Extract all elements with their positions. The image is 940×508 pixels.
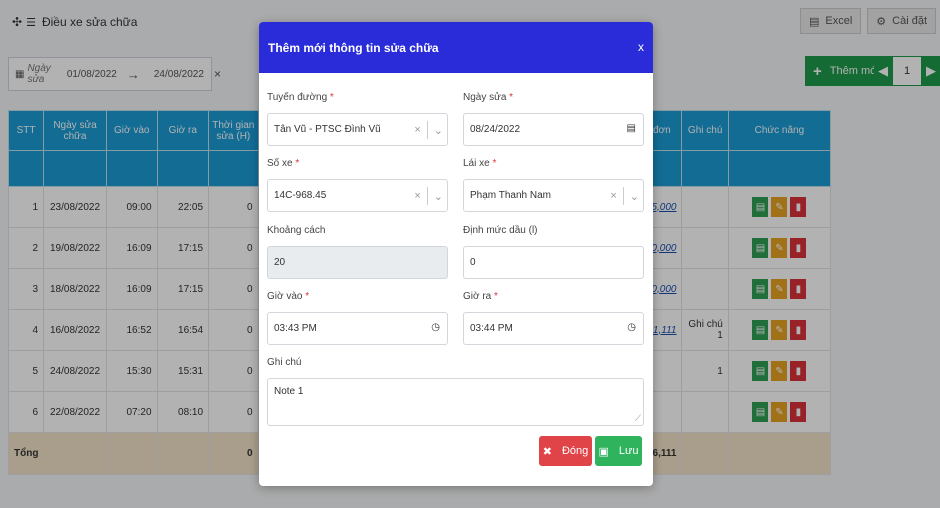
note-field: Ghi chú Note 1 ⟋	[267, 357, 644, 426]
floppy-icon: ▣	[598, 445, 609, 458]
route-value: Tân Vũ - PTSC Đình Vũ	[274, 124, 381, 135]
distance-field: Khoảng cách 20	[267, 225, 448, 279]
plate-label: Số xe	[267, 158, 293, 169]
fuel-norm-input[interactable]: 0	[463, 246, 644, 279]
distance-value: 20	[274, 257, 286, 268]
route-label: Tuyến đường	[267, 92, 328, 103]
close-button[interactable]: ✖ Đóng	[539, 436, 592, 466]
driver-value: Phạm Thanh Nam	[470, 190, 551, 201]
time-out-field: Giờ ra * 03:44 PM ◷	[463, 291, 644, 345]
route-field: Tuyến đường * Tân Vũ - PTSC Đình Vũ × ⌄	[267, 92, 448, 146]
fuel-norm-field: Định mức dầu (l) 0	[463, 225, 644, 279]
time-in-input[interactable]: 03:43 PM ◷	[267, 312, 448, 345]
save-button-label: Lưu	[618, 445, 639, 457]
driver-field: Lái xe * Phạm Thanh Nam × ⌄	[463, 158, 644, 212]
fuel-norm-value: 0	[470, 257, 476, 268]
distance-label: Khoảng cách	[267, 225, 326, 236]
fuel-norm-label: Định mức dầu (l)	[463, 225, 538, 236]
close-button-label: Đóng	[561, 445, 589, 457]
clear-icon[interactable]: ×	[414, 124, 420, 136]
distance-input: 20	[267, 246, 448, 279]
time-out-label: Giờ ra	[463, 291, 492, 302]
chevron-down-icon[interactable]: ⌄	[434, 124, 443, 137]
close-x-icon: ✖	[542, 445, 552, 458]
plate-field: Số xe * 14C-968.45 × ⌄	[267, 158, 448, 212]
repair-date-label: Ngày sửa	[463, 92, 507, 103]
save-button[interactable]: ▣ Lưu	[595, 436, 642, 466]
time-out-input[interactable]: 03:44 PM ◷	[463, 312, 644, 345]
time-in-field: Giờ vào * 03:43 PM ◷	[267, 291, 448, 345]
note-value: Note 1	[274, 386, 304, 397]
plate-select[interactable]: 14C-968.45 × ⌄	[267, 179, 448, 212]
note-textarea[interactable]: Note 1 ⟋	[267, 378, 644, 426]
time-in-value: 03:43 PM	[274, 323, 317, 334]
add-repair-modal: Thêm mới thông tin sửa chữa x Tuyến đườn…	[259, 22, 653, 486]
chevron-down-icon[interactable]: ⌄	[630, 190, 639, 203]
driver-label: Lái xe	[463, 158, 490, 169]
repair-date-field: Ngày sửa * 08/24/2022 ▤	[463, 92, 644, 146]
note-label: Ghi chú	[267, 357, 302, 368]
close-icon[interactable]: x	[638, 40, 644, 54]
repair-date-input[interactable]: 08/24/2022 ▤	[463, 113, 644, 146]
plate-value: 14C-968.45	[274, 190, 327, 201]
clock-icon[interactable]: ◷	[627, 322, 636, 333]
modal-header: Thêm mới thông tin sửa chữa x	[259, 22, 653, 73]
route-select[interactable]: Tân Vũ - PTSC Đình Vũ × ⌄	[267, 113, 448, 146]
clear-icon[interactable]: ×	[414, 190, 420, 202]
modal-title: Thêm mới thông tin sửa chữa	[268, 40, 439, 55]
repair-date-value: 08/24/2022	[470, 124, 521, 135]
calendar-icon[interactable]: ▤	[627, 123, 636, 134]
resize-grip-icon[interactable]: ⟋	[635, 413, 641, 424]
clear-icon[interactable]: ×	[610, 190, 616, 202]
driver-select[interactable]: Phạm Thanh Nam × ⌄	[463, 179, 644, 212]
chevron-down-icon[interactable]: ⌄	[434, 190, 443, 203]
clock-icon[interactable]: ◷	[431, 322, 440, 333]
time-out-value: 03:44 PM	[470, 323, 513, 334]
time-in-label: Giờ vào	[267, 291, 303, 302]
